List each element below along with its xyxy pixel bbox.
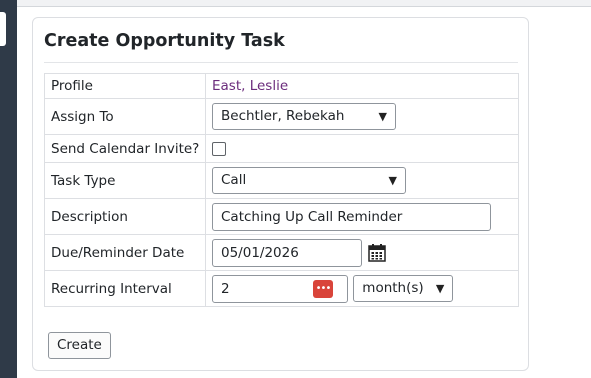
interval-unit-select[interactable]: month(s) ▼ [353,275,454,302]
recurring-interval-input[interactable]: 2 ••• [212,274,348,303]
profile-link[interactable]: East, Leslie [212,78,288,94]
calendar-invite-row: Send Calendar Invite? [44,134,519,163]
interval-unit-value: month(s) [362,280,424,296]
task-type-row: Task Type Call ▼ [44,162,519,199]
description-cell: Catching Up Call Reminder [205,198,519,235]
left-sidebar [0,0,17,378]
recurring-interval-value: 2 [221,280,230,297]
assign-to-select[interactable]: Bechtler, Rebekah ▼ [212,103,396,130]
due-date-label: Due/Reminder Date [44,234,206,271]
assign-to-row: Assign To Bechtler, Rebekah ▼ [44,98,519,135]
task-type-select[interactable]: Call ▼ [212,167,406,194]
ellipsis-badge-icon[interactable]: ••• [313,279,333,298]
title-divider [44,62,518,63]
chevron-down-icon: ▼ [378,110,387,123]
task-type-label: Task Type [44,162,206,199]
task-type-cell: Call ▼ [205,162,519,199]
chevron-down-icon: ▼ [435,282,445,295]
profile-row: Profile East, Leslie [44,73,519,99]
description-row: Description Catching Up Call Reminder [44,198,519,235]
send-calendar-invite-checkbox[interactable] [212,141,226,156]
create-button[interactable]: Create [48,332,111,359]
profile-label: Profile [44,73,206,99]
description-input[interactable]: Catching Up Call Reminder [212,202,491,231]
task-type-value: Call [221,172,247,188]
assign-to-label: Assign To [44,98,206,135]
due-date-cell: 05/01/2026 [205,234,519,271]
calendar-invite-cell [205,134,519,163]
recurring-interval-cell: 2 ••• month(s) ▼ [205,270,519,307]
assign-to-value: Bechtler, Rebekah [221,108,345,124]
task-form-table: Profile East, Leslie Assign To Bechtler,… [44,73,519,307]
top-bar-edge [17,0,591,7]
recurring-interval-row: Recurring Interval 2 ••• month(s) ▼ [44,270,519,307]
recurring-interval-label: Recurring Interval [44,270,206,307]
calendar-icon[interactable] [368,243,387,262]
chevron-down-icon: ▼ [388,174,397,187]
sidebar-toggle-tab[interactable] [0,12,6,46]
assign-to-cell: Bechtler, Rebekah ▼ [205,98,519,135]
due-date-input[interactable]: 05/01/2026 [212,238,362,267]
page-title: Create Opportunity Task [44,31,285,51]
description-label: Description [44,198,206,235]
create-task-panel: Create Opportunity Task Profile East, Le… [32,17,529,371]
profile-cell: East, Leslie [205,73,519,99]
calendar-invite-label: Send Calendar Invite? [44,134,206,163]
due-date-row: Due/Reminder Date 05/01/2026 [44,234,519,271]
